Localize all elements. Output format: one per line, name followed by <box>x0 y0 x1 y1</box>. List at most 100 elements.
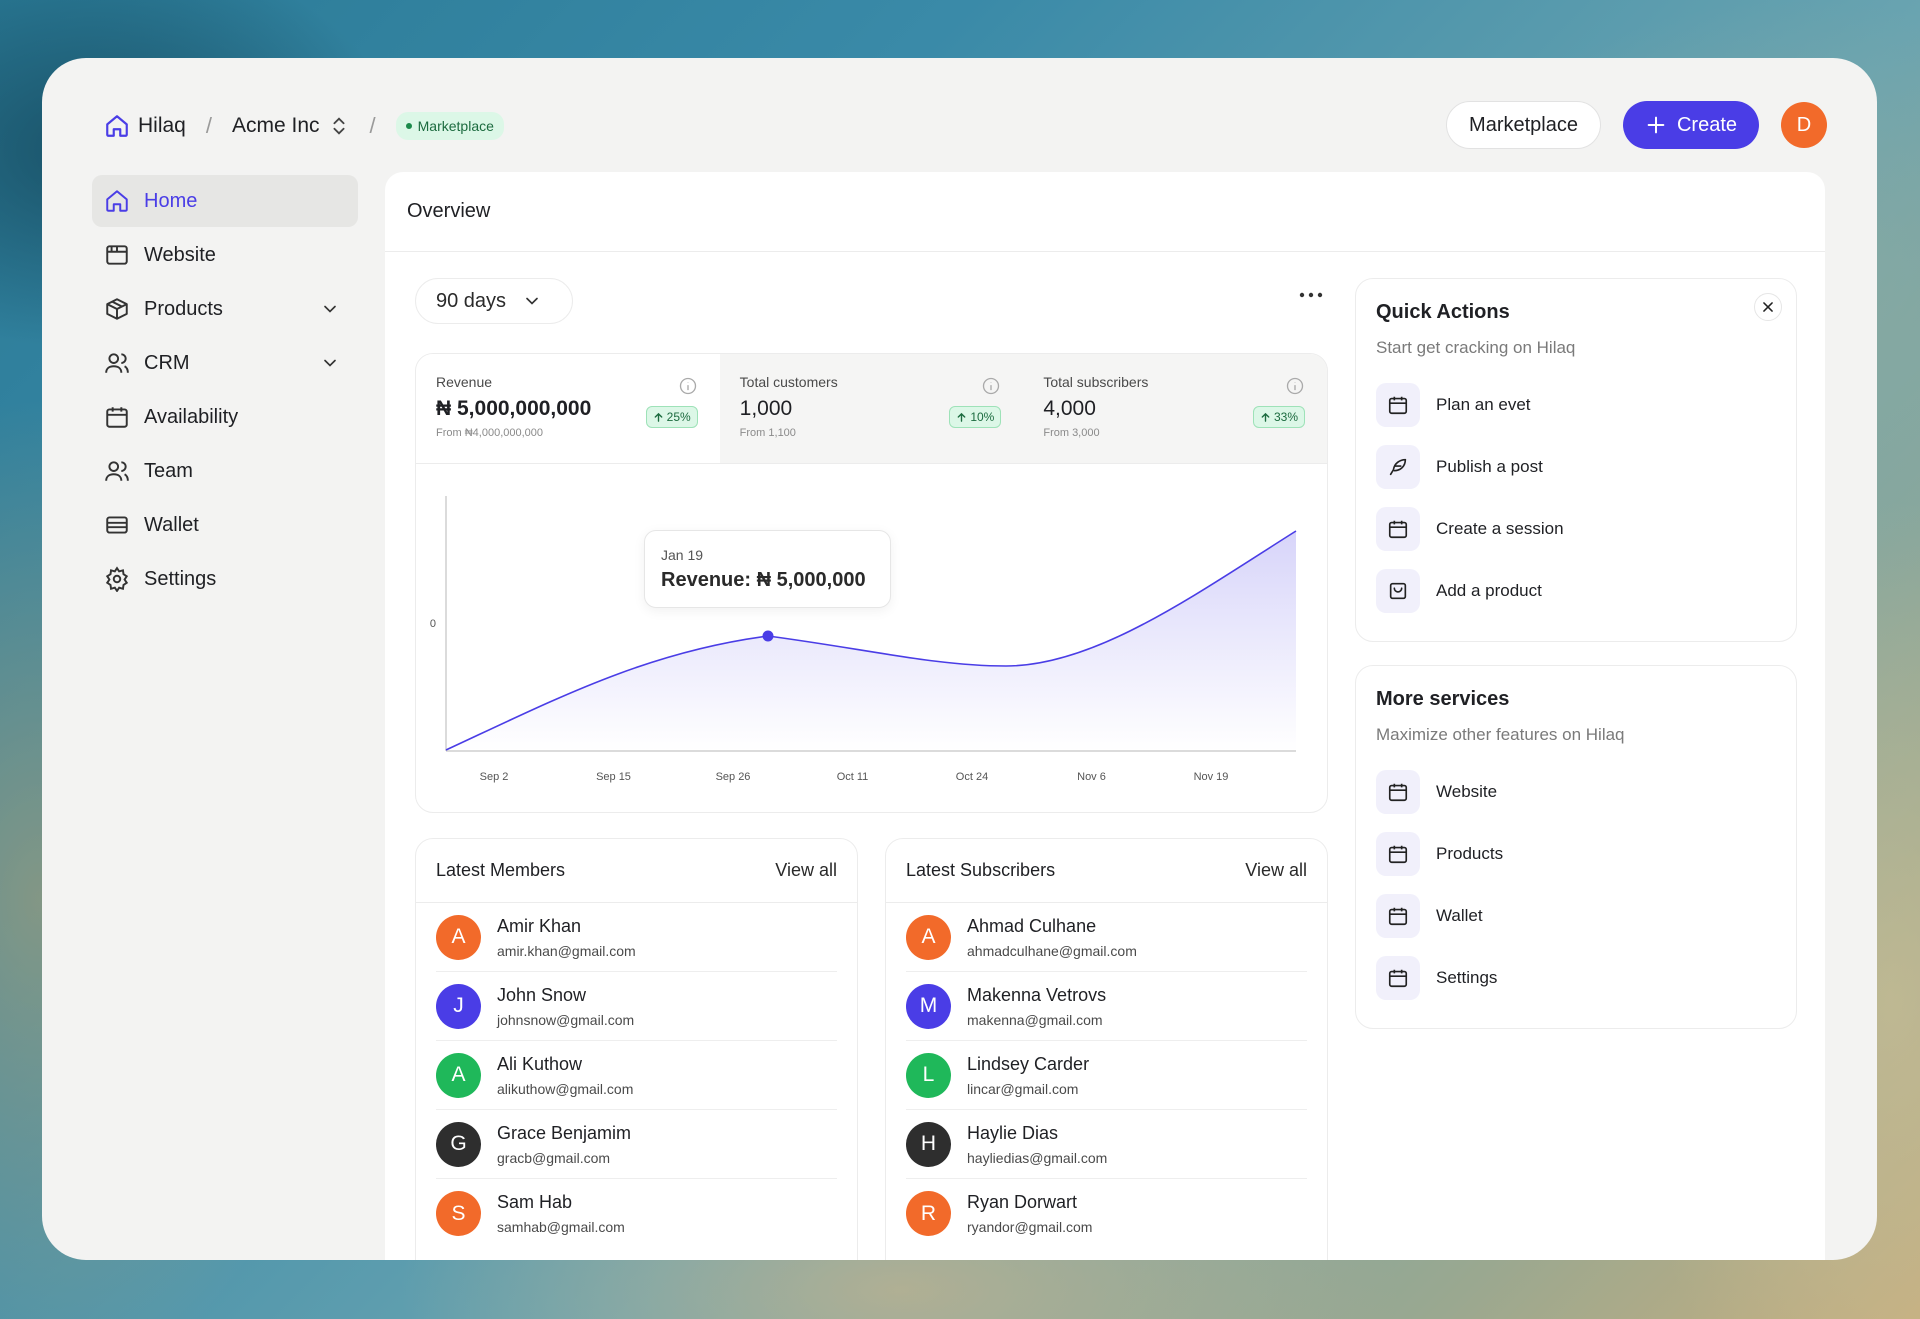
list-item-text: Lindsey Carder lincar@gmail.com <box>967 1054 1089 1097</box>
action-label: Publish a post <box>1436 457 1543 476</box>
avatar: A <box>906 914 951 960</box>
service-label: Products <box>1436 844 1504 863</box>
calendar-icon <box>1376 956 1420 1000</box>
chevron-down-icon <box>324 305 336 313</box>
sidebar-item-label: Availability <box>144 405 239 428</box>
sidebar-item-label: Website <box>144 243 216 266</box>
action-add-product[interactable]: Add a product <box>1376 568 1776 614</box>
list-item[interactable]: M Makenna Vetrovs makenna@gmail.com <box>906 972 1307 1041</box>
list-item[interactable]: S Sam Hab samhab@gmail.com <box>436 1179 837 1248</box>
avatar: L <box>906 1052 951 1098</box>
list-title: Latest Subscribers <box>906 860 1056 880</box>
person-email: gracb@gmail.com <box>497 1149 611 1166</box>
change-value: 10% <box>970 410 995 424</box>
list-item[interactable]: A Ahmad Culhane ahmadculhane@gmail.com <box>906 903 1307 972</box>
sidebar-item-home[interactable]: Home <box>92 175 358 227</box>
card-subtitle: Maximize other features on Hilaq <box>1376 725 1625 744</box>
status-dot <box>405 123 412 129</box>
stat-from: From ₦4,000,000,000 <box>436 427 544 439</box>
breadcrumb: Hilaq / Acme Inc / Marketplace <box>104 108 504 144</box>
subscribers-list: A Ahmad Culhane ahmadculhane@gmail.com M Mak… <box>886 903 1327 1248</box>
org-name: Acme Inc <box>231 114 320 137</box>
highlight-point[interactable] <box>762 630 774 642</box>
stat-revenue: Revenue ₦ 5,000,000,000 From ₦4,000,000,… <box>416 354 720 463</box>
list-item-text: Ahmad Culhane ahmadculhane@gmail.com <box>967 916 1137 959</box>
chevron-down-icon <box>526 297 538 305</box>
service-settings[interactable]: Settings <box>1376 955 1776 1001</box>
x-tick-label: Nov 6 <box>1077 771 1106 783</box>
more-services-card: More services Maximize other features on… <box>1355 665 1797 1029</box>
list-header: Latest Subscribers View all <box>886 839 1327 903</box>
list-item[interactable]: J John Snow johnsnow@gmail.com <box>436 972 837 1041</box>
create-button[interactable]: Create <box>1622 101 1759 149</box>
sidebar-item-crm[interactable]: CRM <box>92 337 358 389</box>
pill-label: Marketplace <box>417 118 494 134</box>
plus-icon <box>1647 116 1665 134</box>
service-label: Settings <box>1436 968 1498 987</box>
breadcrumb-brand[interactable]: Hilaq <box>104 113 186 139</box>
app-window: Hilaq / Acme Inc / Marketplace Marketpla… <box>42 58 1877 1260</box>
action-publish-post[interactable]: Publish a post <box>1376 444 1776 490</box>
list-item[interactable]: L Lindsey Carder lincar@gmail.com <box>906 1041 1307 1110</box>
avatar: A <box>436 914 481 960</box>
sidebar-item-website[interactable]: Website <box>92 229 358 281</box>
change-badge: 10% <box>949 406 1002 428</box>
quick-actions-card: Quick Actions Start get cracking on Hila… <box>1355 278 1797 642</box>
calendar-icon <box>1376 770 1420 814</box>
calendar-icon <box>1376 383 1420 427</box>
change-badge: 25% <box>645 406 698 428</box>
chart-svg: 0 Sep 2 Sep 15 Sep 26 Oct 11 Oct 24 Nov 6 Nov … <box>430 496 1297 783</box>
sidebar-item-availability[interactable]: Availability <box>92 391 358 443</box>
person-name: Amir Khan <box>497 915 582 936</box>
y-tick-label: 0 <box>430 618 436 630</box>
avatar: J <box>436 983 481 1029</box>
view-all-link[interactable]: View all <box>775 860 837 881</box>
box-icon <box>106 298 128 320</box>
list-item-text: Grace Benjamim gracb@gmail.com <box>497 1123 631 1166</box>
list-item-text: John Snow johnsnow@gmail.com <box>497 985 634 1028</box>
action-plan-event[interactable]: Plan an evet <box>1376 382 1776 428</box>
card-subtitle: Start get cracking on Hilaq <box>1376 338 1576 357</box>
marketplace-button[interactable]: Marketplace <box>1446 101 1601 149</box>
close-button[interactable] <box>1754 293 1782 321</box>
info-icon[interactable] <box>678 376 698 396</box>
list-item[interactable]: A Ali Kuthow alikuthow@gmail.com <box>436 1041 837 1110</box>
wallet-icon <box>106 516 128 534</box>
sidebar-item-wallet[interactable]: Wallet <box>92 499 358 551</box>
info-icon[interactable] <box>981 376 1001 396</box>
calendar-icon <box>1376 507 1420 551</box>
list-item[interactable]: R Ryan Dorwart ryandor@gmail.com <box>906 1179 1307 1248</box>
person-email: johnsnow@gmail.com <box>497 1011 635 1028</box>
person-email: alikuthow@gmail.com <box>497 1080 634 1097</box>
main-panel: Overview 90 days Revenue ₦ 5,000,000,000… <box>385 172 1825 1260</box>
view-all-link[interactable]: View all <box>1245 860 1307 881</box>
service-wallet[interactable]: Wallet <box>1376 893 1776 939</box>
service-website[interactable]: Website <box>1376 769 1776 815</box>
org-switcher[interactable]: Acme Inc <box>232 114 350 138</box>
latest-members-card: Latest Members View all A Amir Khan amir.k… <box>415 838 858 1260</box>
page-title: Overview <box>385 172 1825 252</box>
x-tick-label: Sep 26 <box>716 771 751 783</box>
info-icon[interactable] <box>1285 376 1305 396</box>
list-title: Latest Members <box>436 860 566 880</box>
action-create-session[interactable]: Create a session <box>1376 506 1776 552</box>
sidebar-item-products[interactable]: Products <box>92 283 358 335</box>
user-avatar[interactable]: D <box>1781 102 1827 148</box>
avatar: H <box>906 1121 951 1167</box>
sidebar-item-label: Wallet <box>144 513 199 536</box>
person-name: Haylie Dias <box>967 1122 1059 1143</box>
tooltip-date: Jan 19 <box>661 547 704 563</box>
service-products[interactable]: Products <box>1376 831 1776 877</box>
sidebar-item-team[interactable]: Team <box>92 445 358 497</box>
stats-card: Revenue ₦ 5,000,000,000 From ₦4,000,000,… <box>415 353 1328 813</box>
range-select[interactable]: 90 days <box>415 278 573 324</box>
list-item[interactable]: A Amir Khan amir.khan@gmail.com <box>436 903 837 972</box>
header: Hilaq / Acme Inc / Marketplace Marketpla… <box>42 58 1877 188</box>
x-tick-label: Sep 15 <box>596 771 631 783</box>
list-item[interactable]: G Grace Benjamim gracb@gmail.com <box>436 1110 837 1179</box>
arrow-up-icon <box>957 412 966 422</box>
sidebar-item-settings[interactable]: Settings <box>92 553 358 605</box>
person-name: Sam Hab <box>497 1192 573 1212</box>
more-options-icon[interactable] <box>1298 290 1324 300</box>
list-item[interactable]: H Haylie Dias hayliedias@gmail.com <box>906 1110 1307 1179</box>
